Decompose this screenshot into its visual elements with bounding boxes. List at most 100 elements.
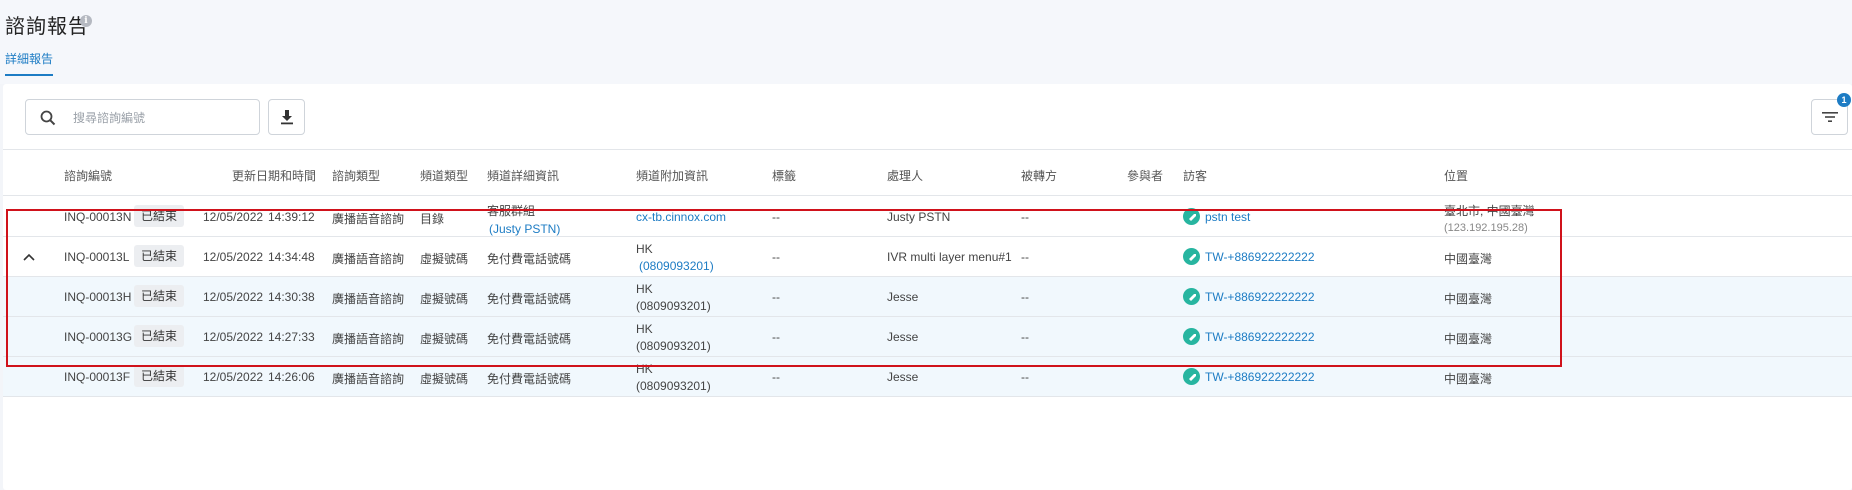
filter-count-badge: 1 xyxy=(1837,93,1851,107)
column-header[interactable]: 諮詢類型 xyxy=(332,167,380,184)
channel-extra-main: HK xyxy=(636,242,653,256)
handler-name: Jesse xyxy=(887,330,919,344)
tag-value: -- xyxy=(772,210,780,224)
column-header[interactable]: 頻道類型 xyxy=(420,167,468,184)
channel-detail: 客服群組 (Justy PSTN) xyxy=(487,202,560,236)
column-header[interactable]: 頻道詳細資訊 xyxy=(487,167,559,184)
filter-icon xyxy=(1821,112,1838,122)
channel-extra-main: HK xyxy=(636,282,653,296)
inquiry-type: 廣播語音諮詢 xyxy=(332,212,405,226)
channel-extra-number: (0809093201) xyxy=(636,339,711,353)
inquiry-id[interactable]: INQ-00013F xyxy=(64,370,130,384)
channel-type: 虛擬號碼 xyxy=(420,292,469,306)
update-time: 14:34:48 xyxy=(268,250,315,264)
handler-name: IVR multi layer menu#1 xyxy=(887,250,1012,264)
channel-extra: HK (0809093201) xyxy=(636,362,711,393)
transferee-value: -- xyxy=(1021,250,1029,264)
column-header[interactable]: 處理人 xyxy=(887,167,923,184)
channel-type: 虛擬號碼 xyxy=(420,252,469,266)
search-box[interactable] xyxy=(25,99,260,135)
update-date: 12/05/2022 xyxy=(203,370,264,384)
channel-type: 虛擬號碼 xyxy=(420,332,469,346)
update-date: 12/05/2022 xyxy=(203,250,264,264)
column-header[interactable]: 位置 xyxy=(1444,167,1468,184)
channel-type: 目錄 xyxy=(420,212,445,226)
column-header[interactable]: 標籤 xyxy=(772,167,796,184)
channel-detail-main: 客服群組 xyxy=(487,204,536,218)
transferee-value: -- xyxy=(1021,290,1029,304)
tag-value: -- xyxy=(772,290,780,304)
location: 中國臺灣 xyxy=(1444,292,1493,306)
column-header[interactable]: 訪客 xyxy=(1183,167,1207,184)
location-main: 臺北市, 中國臺灣 xyxy=(1444,204,1535,218)
visitor-link[interactable]: TW-+886922222222 xyxy=(1205,250,1315,264)
channel-detail: 免付費電話號碼 xyxy=(487,292,572,306)
visitor-tag-icon xyxy=(1183,368,1200,385)
update-time: 14:30:38 xyxy=(268,290,315,304)
channel-extra-number: (0809093201) xyxy=(636,299,711,313)
handler-name: Jesse xyxy=(887,370,919,384)
channel-extra-main: HK xyxy=(636,322,653,336)
update-date: 12/05/2022 xyxy=(203,210,264,224)
location-ip: (123.192.195.28) xyxy=(1444,222,1528,234)
channel-extra-number: (0809093201) xyxy=(636,379,711,393)
column-header[interactable]: 諮詢編號 xyxy=(64,167,112,184)
table-row[interactable]: INQ-00013G 已結束 12/05/2022 14:27:33 廣播語音諮… xyxy=(3,317,1852,357)
chevron-up-icon[interactable] xyxy=(23,253,35,261)
table-header: 諮詢編號 更新日期和時間 諮詢類型 頻道類型 頻道詳細資訊 頻道附加資訊 標籤 … xyxy=(3,150,1852,196)
inquiry-id[interactable]: INQ-00013L xyxy=(64,250,129,264)
column-header[interactable]: 參與者 xyxy=(1127,167,1163,184)
table-row[interactable]: INQ-00013H 已結束 12/05/2022 14:30:38 廣播語音諮… xyxy=(3,277,1852,317)
status-badge: 已結束 xyxy=(134,365,185,387)
tag-value: -- xyxy=(772,250,780,264)
channel-extra-main: HK xyxy=(636,362,653,376)
update-time: 14:27:33 xyxy=(268,330,315,344)
inquiry-id[interactable]: INQ-00013H xyxy=(64,290,131,304)
channel-extra: HK (0809093201) xyxy=(636,282,711,313)
visitor-link[interactable]: TW-+886922222222 xyxy=(1205,330,1315,344)
inquiry-type: 廣播語音諮詢 xyxy=(332,252,405,266)
status-badge: 已結束 xyxy=(134,245,185,267)
visitor-link[interactable]: TW-+886922222222 xyxy=(1205,370,1315,384)
info-icon[interactable]: i xyxy=(80,15,92,27)
column-header[interactable]: 被轉方 xyxy=(1021,167,1057,184)
tag-value: -- xyxy=(772,330,780,344)
inquiry-type: 廣播語音諮詢 xyxy=(332,332,405,346)
channel-detail: 免付費電話號碼 xyxy=(487,252,572,266)
update-date: 12/05/2022 xyxy=(203,290,264,304)
tab-detailed-report[interactable]: 詳細報告 xyxy=(5,50,54,76)
transferee-value: -- xyxy=(1021,370,1029,384)
page-title: 諮詢報告 xyxy=(5,16,89,38)
location: 臺北市, 中國臺灣 (123.192.195.28) xyxy=(1444,202,1535,234)
inquiry-type: 廣播語音諮詢 xyxy=(332,292,405,306)
tag-value: -- xyxy=(772,370,780,384)
status-badge: 已結束 xyxy=(134,285,185,307)
channel-detail-link[interactable]: (Justy PSTN) xyxy=(487,222,560,236)
visitor-link[interactable]: pstn test xyxy=(1205,210,1250,224)
transferee-value: -- xyxy=(1021,210,1029,224)
location: 中國臺灣 xyxy=(1444,252,1493,266)
channel-detail: 免付費電話號碼 xyxy=(487,332,572,346)
column-header[interactable]: 頻道附加資訊 xyxy=(636,167,708,184)
download-icon xyxy=(280,110,293,125)
download-button[interactable] xyxy=(268,99,305,135)
location: 中國臺灣 xyxy=(1444,372,1493,386)
page-header: 諮詢報告 i 詳細報告 xyxy=(0,0,1852,84)
update-time: 14:39:12 xyxy=(268,210,315,224)
inquiry-id[interactable]: INQ-00013N xyxy=(64,210,131,224)
update-date: 12/05/2022 xyxy=(203,330,264,344)
search-input[interactable] xyxy=(73,108,253,128)
table-row[interactable]: INQ-00013L 已結束 12/05/2022 14:34:48 廣播語音諮… xyxy=(3,237,1852,277)
status-badge: 已結束 xyxy=(134,325,185,347)
toolbar: 1 xyxy=(3,84,1852,150)
inquiry-id[interactable]: INQ-00013G xyxy=(64,330,132,344)
visitor-tag-icon xyxy=(1183,208,1200,225)
channel-extra-link[interactable]: cx-tb.cinnox.com xyxy=(636,210,726,224)
handler-name: Jesse xyxy=(887,290,919,304)
table-row[interactable]: INQ-00013N 已結束 12/05/2022 14:39:12 廣播語音諮… xyxy=(3,197,1852,237)
visitor-link[interactable]: TW-+886922222222 xyxy=(1205,290,1315,304)
channel-extra-link[interactable]: (0809093201) xyxy=(636,259,714,273)
column-header[interactable]: 更新日期和時間 xyxy=(232,167,316,184)
search-icon xyxy=(40,110,56,126)
table-row[interactable]: INQ-00013F 已結束 12/05/2022 14:26:06 廣播語音諮… xyxy=(3,357,1852,397)
